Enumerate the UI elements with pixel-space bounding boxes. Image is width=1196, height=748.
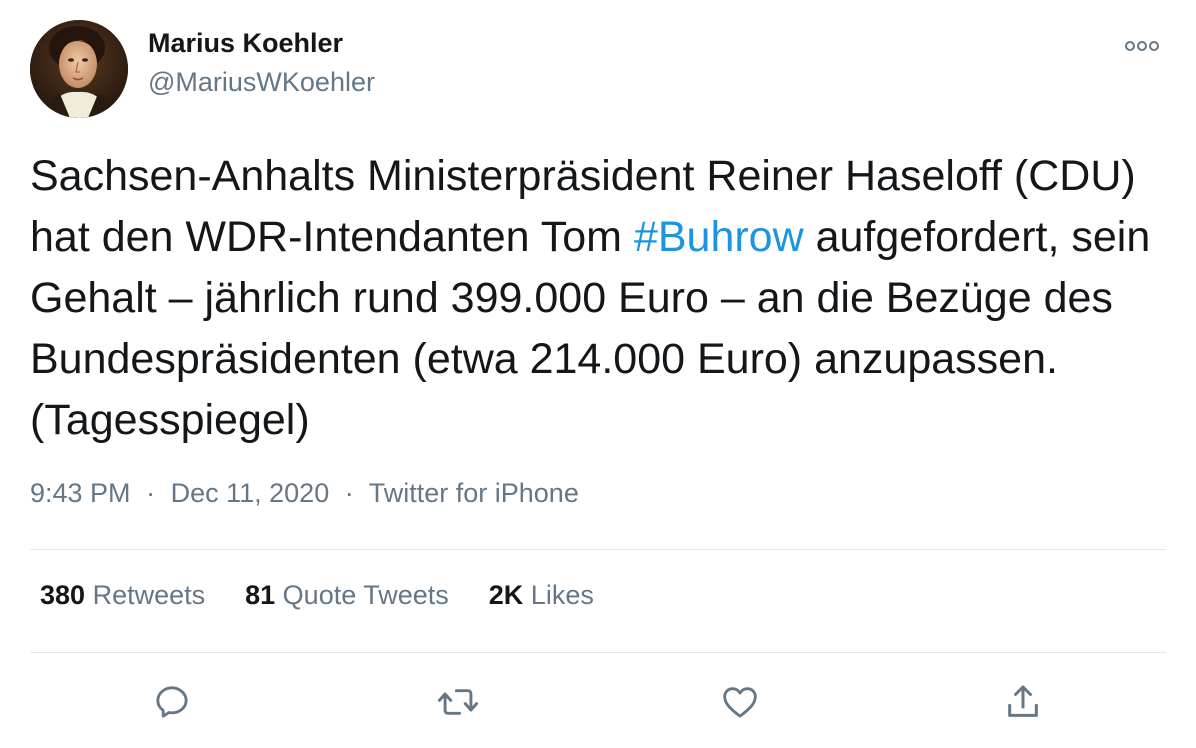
tweet-card: Marius Koehler @MariusWKoehler Sachsen-A… [0, 0, 1196, 748]
author-avatar[interactable] [30, 20, 128, 118]
retweets-stat[interactable]: 380 Retweets [40, 580, 205, 611]
share-button[interactable] [999, 678, 1047, 726]
reply-icon [156, 686, 188, 718]
meta-separator: · [344, 478, 354, 508]
quote-tweets-count: 81 [245, 580, 276, 610]
like-icon [723, 687, 757, 718]
tweet-stats: 380 Retweets 81 Quote Tweets 2K Likes [40, 580, 634, 611]
tweet-source[interactable]: Twitter for iPhone [369, 478, 579, 508]
like-button[interactable] [716, 678, 764, 726]
share-icon [1008, 685, 1038, 717]
divider [30, 652, 1166, 653]
author-handle[interactable]: @MariusWKoehler [148, 67, 375, 98]
tweet-text: Sachsen-Anhalts Ministerpräsident Reiner… [30, 146, 1170, 451]
likes-stat[interactable]: 2K Likes [489, 580, 594, 611]
divider [30, 549, 1166, 550]
likes-count: 2K [488, 580, 524, 610]
reply-button[interactable] [148, 678, 196, 726]
more-options-button[interactable] [1120, 30, 1164, 62]
more-icon [1125, 41, 1159, 51]
meta-separator: · [146, 478, 156, 508]
retweets-label: Retweets [85, 580, 206, 610]
retweet-button[interactable] [434, 678, 482, 726]
retweet-icon [437, 689, 479, 715]
tweet-date[interactable]: Dec 11, 2020 [171, 478, 330, 508]
quote-tweets-stat[interactable]: 81 Quote Tweets [245, 580, 449, 611]
tweet-time[interactable]: 9:43 PM [30, 478, 131, 508]
author-name[interactable]: Marius Koehler [148, 28, 343, 59]
tweet-meta: 9:43 PM · Dec 11, 2020 · Twitter for iPh… [30, 478, 579, 509]
portrait-avatar-icon [30, 20, 128, 118]
likes-label: Likes [523, 580, 594, 610]
retweets-count: 380 [40, 580, 86, 610]
hashtag-link[interactable]: #Buhrow [634, 213, 804, 261]
quote-tweets-label: Quote Tweets [275, 580, 449, 610]
